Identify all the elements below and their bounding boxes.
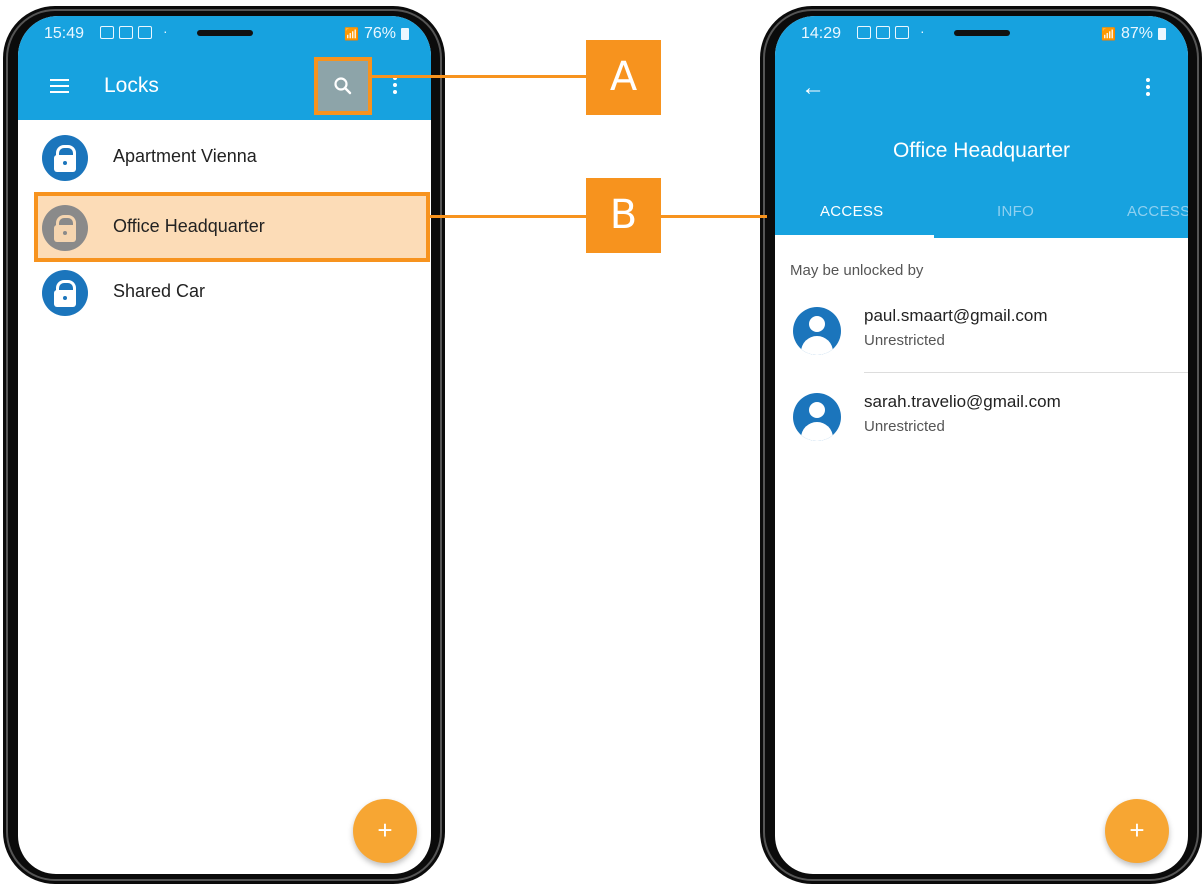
status-time: 14:29 — [801, 25, 842, 42]
lock-name: Apartment Vienna — [113, 146, 257, 166]
lock-list-item[interactable]: Apartment Vienna — [18, 124, 431, 190]
account-circle-icon — [793, 307, 841, 355]
callout-b-label: B — [586, 178, 661, 253]
lock-name: Office Headquarter — [113, 216, 265, 236]
user-access-item[interactable]: paul.smaart@gmail.com Unrestricted — [775, 306, 1188, 387]
search-button[interactable] — [314, 57, 372, 115]
add-user-button[interactable]: + — [1105, 799, 1169, 863]
callout-a-line — [372, 75, 586, 78]
user-email: sarah.travelio@gmail.com — [864, 392, 1061, 411]
more-vert-icon[interactable] — [1146, 78, 1150, 99]
top-app-bar: Locks — [18, 52, 431, 120]
notification-icons: · — [857, 23, 925, 39]
section-label: May be unlocked by — [790, 262, 924, 279]
add-lock-button[interactable]: + — [353, 799, 417, 863]
right-phone-frame: 14:29 · 📶 87% ← Office Headquarter ACCES… — [760, 6, 1202, 884]
gallery-notification-icon — [100, 26, 114, 39]
mail-notification-icon — [895, 26, 909, 39]
lock-name: Shared Car — [113, 281, 206, 301]
user-access-status: Unrestricted — [864, 418, 945, 435]
lock-icon — [42, 135, 88, 181]
hamburger-icon[interactable] — [50, 79, 69, 93]
detail-header: ← Office Headquarter ACCESS INFO ACCESS — [775, 52, 1188, 238]
system-status: 📶 87% — [1101, 25, 1166, 43]
signal-icon: 📶 — [1101, 27, 1116, 41]
system-status: 📶 76% — [344, 25, 409, 43]
lock-list-item[interactable]: Office Headquarter — [18, 194, 431, 260]
page-title: Locks — [104, 74, 159, 97]
callout-b-line-right — [661, 215, 767, 218]
battery-percent: 87% — [1120, 25, 1153, 42]
battery-percent: 76% — [363, 25, 396, 42]
camera-notch — [196, 30, 253, 36]
tab-info[interactable]: INFO — [997, 203, 1034, 220]
lock-icon — [42, 270, 88, 316]
gallery-notification-icon — [857, 26, 871, 39]
active-tab-indicator — [775, 235, 934, 238]
user-access-item[interactable]: sarah.travelio@gmail.com Unrestricted — [775, 392, 1188, 473]
lock-detail-screen: 14:29 · 📶 87% ← Office Headquarter ACCES… — [775, 16, 1188, 874]
lock-icon — [42, 205, 88, 251]
more-notifications-icon: · — [163, 23, 168, 39]
left-phone-frame: 15:49 · 📶 76% Locks Apartment Vienna Off… — [3, 6, 445, 884]
account-circle-icon — [793, 393, 841, 441]
battery-icon — [1158, 28, 1166, 40]
more-vert-icon[interactable] — [393, 76, 397, 97]
search-icon — [334, 77, 352, 95]
status-time: 15:49 — [44, 25, 85, 42]
mail-notification-icon — [138, 26, 152, 39]
lock-title: Office Headquarter — [892, 139, 1071, 162]
signal-icon: 📶 — [344, 27, 359, 41]
mail-notification-icon — [876, 26, 890, 39]
battery-icon — [401, 28, 409, 40]
user-access-status: Unrestricted — [864, 332, 945, 349]
user-email: paul.smaart@gmail.com — [864, 306, 1048, 325]
callout-a-label: A — [586, 40, 661, 115]
camera-notch — [953, 30, 1010, 36]
tab-access-log[interactable]: ACCESS — [1127, 203, 1188, 220]
callout-b-line-left — [426, 215, 586, 218]
status-bar: 14:29 · 📶 87% — [775, 16, 1188, 52]
status-bar: 15:49 · 📶 76% — [18, 16, 431, 52]
locks-screen: 15:49 · 📶 76% Locks Apartment Vienna Off… — [18, 16, 431, 874]
tab-access[interactable]: ACCESS — [820, 203, 884, 220]
more-notifications-icon: · — [920, 23, 925, 39]
lock-list-item[interactable]: Shared Car — [18, 259, 431, 325]
list-divider — [864, 372, 1188, 373]
mail-notification-icon — [119, 26, 133, 39]
notification-icons: · — [100, 23, 168, 39]
arrow-back-icon[interactable]: ← — [801, 76, 825, 100]
